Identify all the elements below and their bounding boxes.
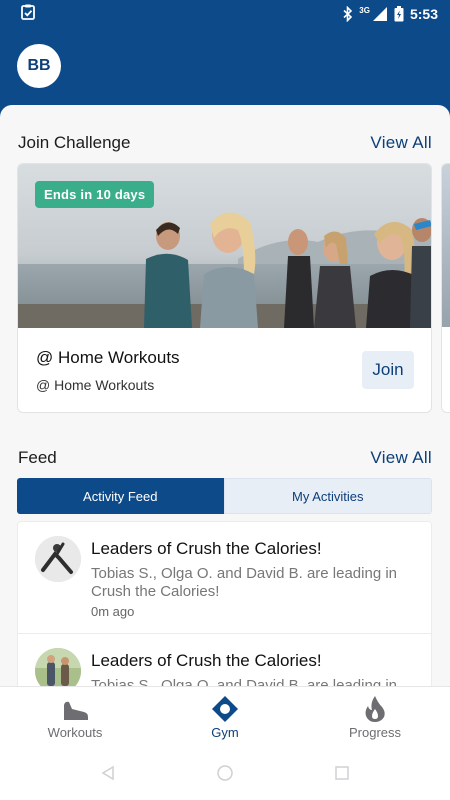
feed-item[interactable]: Leaders of Crush the Calories! Tobias S.… (18, 522, 431, 634)
challenge-subtitle: @ Home Workouts (36, 377, 155, 393)
challenge-name: @ Home Workouts (36, 348, 180, 367)
nav-progress[interactable]: Progress (300, 687, 450, 746)
back-icon[interactable] (100, 765, 116, 781)
gym-diamond-icon (211, 695, 239, 723)
main-content: Join Challenge View All Ends in 10 days … (0, 105, 450, 690)
sneaker-icon (61, 695, 89, 723)
feed-tabs: Activity Feed My Activities (17, 478, 432, 514)
bluetooth-icon (343, 6, 353, 22)
feed-section-header: Feed View All (18, 448, 432, 468)
clock-time: 5:53 (409, 6, 438, 22)
feed-item-time: 0m ago (91, 604, 135, 619)
nav-gym-label: Gym (211, 725, 239, 740)
challenge-ends-badge: Ends in 10 days (35, 181, 155, 208)
nav-progress-label: Progress (348, 725, 402, 740)
nav-workouts[interactable]: Workouts (0, 687, 150, 746)
home-icon[interactable] (216, 764, 234, 782)
challenge-card[interactable]: Ends in 10 days @ Home Workouts @ Home W… (17, 163, 432, 413)
challenge-section-header: Join Challenge View All (18, 133, 432, 153)
feed-item[interactable]: Leaders of Crush the Calories! Tobias S.… (18, 634, 431, 690)
feed-item-title: Leaders of Crush the Calories! (91, 651, 322, 670)
battery-icon (394, 6, 404, 22)
tab-my-activities[interactable]: My Activities (223, 478, 432, 514)
recents-icon[interactable] (334, 765, 350, 781)
system-navigation-bar (0, 746, 450, 800)
challenges-view-all-link[interactable]: View All (370, 133, 432, 153)
tab-activity-feed[interactable]: Activity Feed (17, 478, 224, 514)
feed-section-title: Feed (18, 448, 57, 467)
next-challenge-card-peek[interactable] (441, 163, 450, 413)
profile-avatar[interactable]: BB (17, 44, 61, 88)
nav-gym[interactable]: Gym (150, 687, 300, 746)
feed-item-avatar (35, 536, 81, 582)
challenge-section-title: Join Challenge (18, 133, 131, 152)
nav-workouts-label: Workouts (47, 725, 103, 740)
network-type: 3G (359, 5, 370, 15)
challenge-hero-image: Ends in 10 days (18, 164, 431, 328)
feed-item-description: Tobias S., Olga O. and David B. are lead… (91, 565, 398, 600)
flame-icon (361, 695, 389, 723)
feed-view-all-link[interactable]: View All (370, 448, 432, 468)
feed-item-avatar (35, 648, 81, 690)
app-header: BB (0, 28, 450, 106)
feed-item-title: Leaders of Crush the Calories! (91, 539, 322, 558)
join-challenge-button[interactable]: Join (362, 351, 414, 389)
feed-list: Leaders of Crush the Calories! Tobias S.… (17, 521, 432, 690)
status-bar: 3G 5:53 (0, 0, 450, 28)
task-check-icon (20, 4, 36, 25)
bottom-navigation: Workouts Gym Progress (0, 686, 450, 746)
signal-icon (372, 6, 388, 22)
